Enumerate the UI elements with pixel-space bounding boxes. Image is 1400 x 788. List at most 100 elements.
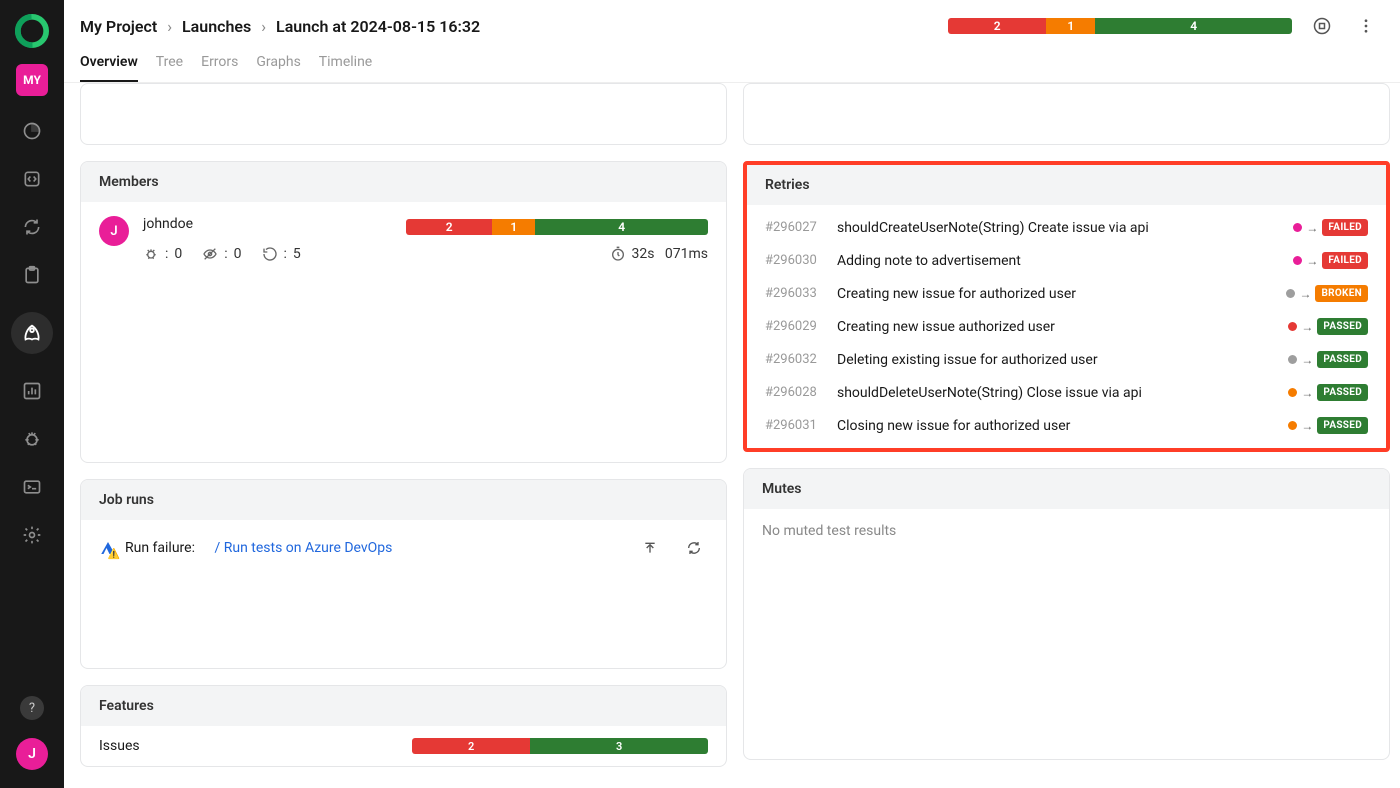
clipboard-icon[interactable] <box>21 264 43 286</box>
retry-id: #296032 <box>765 352 827 367</box>
app-logo[interactable] <box>15 14 49 48</box>
retry-row[interactable]: #296030Adding note to advertisement→FAIL… <box>747 244 1386 277</box>
card-jobruns: Job runs ⚠️ Run failure: / Run tests on … <box>80 479 727 669</box>
stop-icon[interactable] <box>1308 12 1336 40</box>
eye-off-icon <box>202 246 218 262</box>
status-badge: FAILED <box>1322 219 1368 236</box>
breadcrumb-project[interactable]: My Project <box>80 17 157 36</box>
status-badge: PASSED <box>1317 318 1368 335</box>
tab-graphs[interactable]: Graphs <box>256 54 300 82</box>
timer-icon <box>610 246 626 262</box>
retry-title: shouldCreateUserNote(String) Create issu… <box>837 220 1283 236</box>
sidebar: MY ? J <box>0 0 64 788</box>
retry-title: shouldDeleteUserNote(String) Close issue… <box>837 385 1278 401</box>
breadcrumb: My Project › Launches › Launch at 2024-0… <box>80 17 480 36</box>
member-avatar: J <box>99 216 129 246</box>
status-dot-icon <box>1288 388 1297 397</box>
refresh-icon[interactable] <box>680 534 708 562</box>
jobruns-title: Job runs <box>81 480 726 520</box>
terminal-icon[interactable] <box>21 476 43 498</box>
status-dot-icon <box>1288 355 1297 364</box>
code-icon[interactable] <box>21 168 43 190</box>
tab-tree[interactable]: Tree <box>156 54 183 82</box>
status-dot-icon <box>1293 223 1302 232</box>
metric-hidden: : 0 <box>202 246 241 262</box>
retry-status: →FAILED <box>1293 219 1368 236</box>
retry-row[interactable]: #296032 Deleting existing issue for autho… <box>747 343 1386 376</box>
arrow-right-icon: → <box>1301 353 1313 367</box>
cycle-icon[interactable] <box>21 216 43 238</box>
arrow-right-icon: → <box>1301 320 1313 334</box>
dashboard-icon[interactable] <box>21 120 43 142</box>
tab-errors[interactable]: Errors <box>201 54 238 82</box>
arrow-right-icon: → <box>1299 287 1311 301</box>
chevron-right-icon: › <box>261 17 266 36</box>
status-dot-icon <box>1286 289 1295 298</box>
launches-icon[interactable] <box>11 312 53 354</box>
members-title: Members <box>81 162 726 202</box>
arrow-right-icon: → <box>1301 386 1313 400</box>
bug-icon <box>143 246 159 262</box>
status-badge: PASSED <box>1317 417 1368 434</box>
retry-status: →FAILED <box>1293 252 1368 269</box>
header: My Project › Launches › Launch at 2024-0… <box>64 0 1400 83</box>
retry-row[interactable]: #296029Creating new issue authorized use… <box>747 310 1386 343</box>
member-status-passed: 4 <box>535 219 708 235</box>
tab-overview[interactable]: Overview <box>80 54 138 82</box>
retry-title: Deleting existing issue for authorized u… <box>837 352 1278 368</box>
upload-icon[interactable] <box>636 534 664 562</box>
retry-id: #296027 <box>765 220 827 235</box>
settings-icon[interactable] <box>21 524 43 546</box>
feature-label: Issues <box>99 738 140 754</box>
retry-status: → BROKEN <box>1286 285 1368 302</box>
status-badge: PASSED <box>1317 384 1368 401</box>
retry-row[interactable]: #296033Creating new issue for authorized… <box>747 277 1386 310</box>
card-stub-top-left <box>80 83 727 145</box>
retry-status: → PASSED <box>1288 384 1368 401</box>
retry-row[interactable]: #296028shouldDeleteUserNote(String) Clos… <box>747 376 1386 409</box>
breadcrumb-title: Launch at 2024-08-15 16:32 <box>276 17 480 36</box>
tab-timeline[interactable]: Timeline <box>319 54 372 82</box>
retry-title: Creating new issue for authorized user <box>837 286 1276 302</box>
member-status-failed: 2 <box>406 219 492 235</box>
metric-retries: : 5 <box>262 246 301 262</box>
user-avatar[interactable]: J <box>16 738 48 770</box>
feature-failed: 2 <box>412 738 530 754</box>
status-dot-icon <box>1293 256 1302 265</box>
card-stub-top-right <box>743 83 1390 145</box>
jobrun-label: Run failure: <box>125 540 195 556</box>
project-badge[interactable]: MY <box>16 64 48 96</box>
launch-status-bar[interactable]: 2 1 4 <box>948 18 1292 34</box>
feature-passed: 3 <box>530 738 708 754</box>
card-mutes: Mutes No muted test results <box>743 468 1390 760</box>
member-row[interactable]: J johndoe 2 1 4 <box>99 216 708 262</box>
more-icon[interactable] <box>1352 12 1380 40</box>
status-badge: FAILED <box>1322 252 1368 269</box>
member-status-broken: 1 <box>492 219 535 235</box>
retries-title: Retries <box>747 165 1386 205</box>
bug-icon[interactable] <box>21 428 43 450</box>
status-badge: BROKEN <box>1315 285 1368 302</box>
retry-row[interactable]: #296027 shouldCreateUserNote(String) Crea… <box>747 211 1386 244</box>
jobrun-link[interactable]: / Run tests on Azure DevOps <box>214 540 392 556</box>
status-dot-icon <box>1288 421 1297 430</box>
retry-id: #296031 <box>765 418 827 433</box>
retry-status: → PASSED <box>1288 318 1368 335</box>
mutes-empty: No muted test results <box>744 509 1389 759</box>
retry-row[interactable]: #296031Closing new issue for authorized … <box>747 409 1386 442</box>
metric-timer: 32s 071ms <box>610 246 709 262</box>
metric-bugs: : 0 <box>143 246 182 262</box>
analytics-icon[interactable] <box>21 380 43 402</box>
card-retries: Retries #296027 shouldCreateUserNote(Stri… <box>743 161 1390 452</box>
retry-icon <box>262 246 278 262</box>
feature-row[interactable]: Issues 2 3 <box>81 726 726 766</box>
arrow-right-icon: → <box>1301 419 1313 433</box>
retry-status: → PASSED <box>1288 417 1368 434</box>
azure-warning-icon: ⚠️ <box>99 539 117 557</box>
breadcrumb-section[interactable]: Launches <box>182 17 251 36</box>
help-icon[interactable]: ? <box>20 696 44 720</box>
retry-id: #296029 <box>765 319 827 334</box>
retry-title: Adding note to advertisement <box>837 253 1283 269</box>
features-title: Features <box>81 686 726 726</box>
member-name: johndoe <box>143 216 193 232</box>
